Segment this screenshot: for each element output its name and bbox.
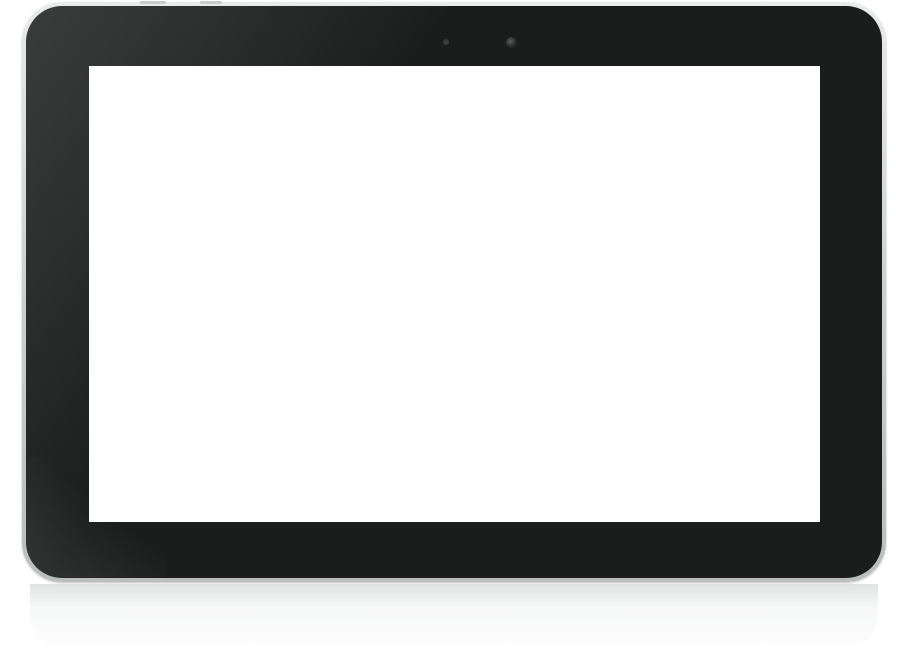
- front-camera-icon: [506, 37, 517, 48]
- proximity-sensor-icon: [443, 39, 449, 45]
- tablet-reflection: [30, 584, 878, 654]
- tablet-screen[interactable]: [89, 66, 820, 522]
- power-button[interactable]: [140, 1, 166, 4]
- volume-button[interactable]: [200, 1, 222, 4]
